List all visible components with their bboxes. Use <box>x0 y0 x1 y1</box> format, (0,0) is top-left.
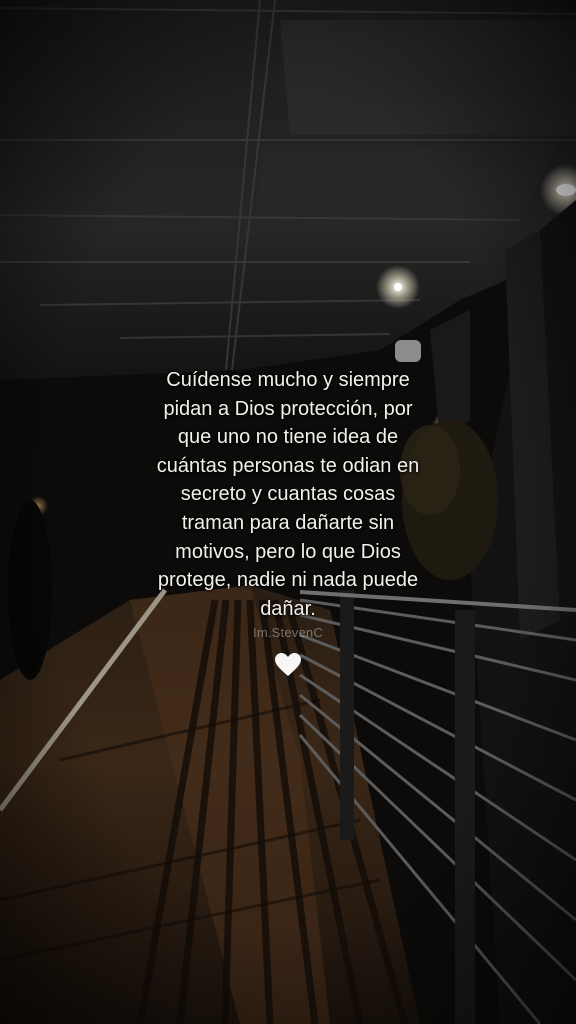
quote-line: cuántas personas te odian en <box>156 454 420 477</box>
quote-text: Cuídense mucho y siempre pidan a Dios pr… <box>118 366 458 623</box>
quote-line: motivos, pero lo que Dios <box>175 540 401 563</box>
author-watermark: Im.StevenC <box>253 625 323 640</box>
quote-line: secreto y cuantas cosas <box>180 483 396 506</box>
quote-line: protege, nadie ni nada puede <box>157 569 419 592</box>
quote-line: que uno no tiene idea de <box>177 426 399 449</box>
quote-line: pidan a Dios protección, por <box>163 397 413 420</box>
quote-line: traman para dañarte sin <box>181 511 395 534</box>
white-heart-icon <box>275 653 301 676</box>
wallpaper-scene: Cuídense mucho y siempre pidan a Dios pr… <box>0 0 576 1024</box>
quote-line: dañar. <box>260 597 316 620</box>
quote-line: Cuídense mucho y siempre <box>166 369 410 391</box>
